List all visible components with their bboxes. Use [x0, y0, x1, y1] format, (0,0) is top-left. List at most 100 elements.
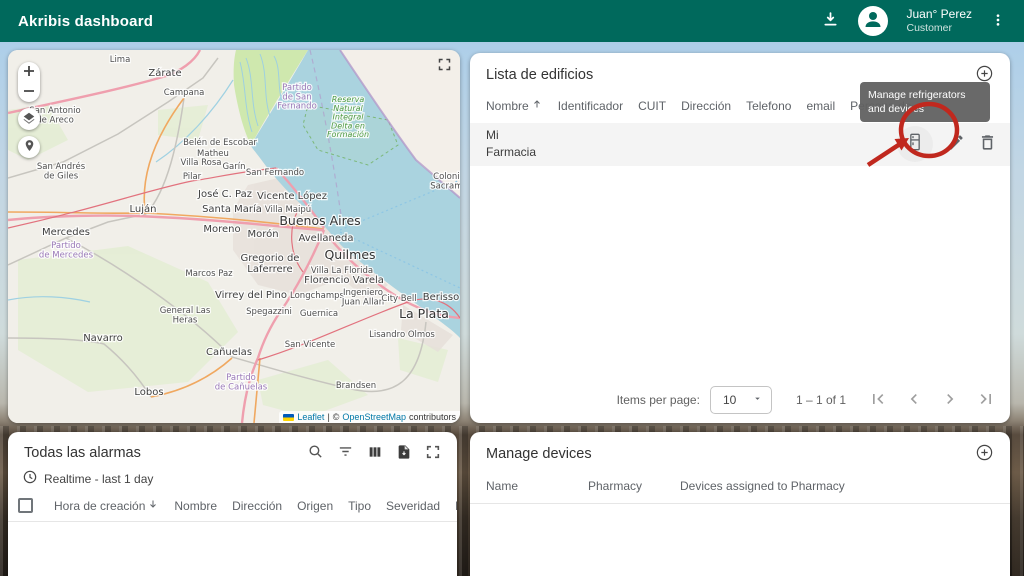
next-page-button[interactable] [940, 389, 960, 412]
filter-button[interactable] [337, 443, 354, 463]
select-all-checkbox[interactable] [18, 498, 33, 513]
alarms-fullscreen-button[interactable] [425, 444, 441, 463]
more-menu-button[interactable] [990, 11, 1006, 32]
column-header-pharmacy[interactable]: Pharmacy [588, 479, 680, 493]
column-label: Identificador [558, 99, 623, 113]
column-header-email[interactable]: email [806, 99, 835, 113]
map-fullscreen-button[interactable] [434, 56, 454, 76]
manage-refrigerators-button[interactable] [897, 126, 933, 162]
plus-icon [23, 65, 35, 80]
map-place-label: La Plata [399, 306, 449, 321]
map-place-label: Garín [222, 162, 245, 172]
column-header-direccion[interactable]: Dirección [681, 99, 731, 113]
column-header-name[interactable]: Name [486, 479, 588, 493]
clock-icon [22, 469, 38, 488]
copyright-symbol: © [333, 412, 340, 422]
user-role: Customer [906, 22, 972, 35]
zoom-out-button[interactable] [18, 82, 40, 102]
column-label: CUIT [638, 99, 666, 113]
edit-building-button[interactable] [946, 133, 965, 155]
first-page-icon [868, 389, 888, 412]
column-header-tipo[interactable]: Tipo [348, 499, 371, 513]
map-place-label: Gregorio deLaferrere [241, 253, 300, 275]
column-header-estado[interactable]: Estado [455, 499, 457, 513]
column-label: Name [486, 479, 518, 493]
last-page-icon [976, 389, 996, 412]
add-device-button[interactable] [975, 443, 994, 465]
attribution-separator: | [327, 412, 329, 422]
prev-page-button[interactable] [904, 389, 924, 412]
contributors-label: contributors [409, 412, 456, 422]
chevron-left-icon [904, 389, 924, 412]
search-icon [307, 443, 324, 463]
map-place-label: Moreno [203, 224, 240, 235]
filter-icon [337, 443, 354, 463]
column-header-identificador[interactable]: Identificador [558, 99, 623, 113]
refrigerator-icon [905, 132, 925, 157]
map-attribution: Leaflet | © OpenStreetMap contributors [279, 411, 460, 423]
column-label: Origen [297, 499, 333, 513]
map-place-label: Morón [247, 228, 278, 240]
location-marker-icon [23, 139, 36, 155]
column-header-severidad[interactable]: Severidad [386, 499, 440, 513]
map-place-label: Belén de Escobar [183, 137, 257, 148]
ukraine-flag-icon [283, 414, 294, 421]
map-zoom-control [18, 62, 40, 102]
map-place-label: Lisandro Olmos [369, 330, 435, 340]
devices-column-headers: Name Pharmacy Devices assigned to Pharma… [470, 471, 1010, 503]
osm-link[interactable]: OpenStreetMap [342, 412, 406, 422]
column-header-nombre-alarm[interactable]: Nombre [174, 499, 217, 513]
map-layers-button[interactable] [18, 108, 40, 130]
map-place-label: Berisso [423, 292, 459, 303]
alarms-toolbar [307, 443, 441, 463]
first-page-button[interactable] [868, 389, 888, 412]
map-place-label: Villa Rosa [181, 158, 222, 168]
column-label: Telefono [746, 99, 791, 113]
leaflet-link[interactable]: Leaflet [297, 412, 324, 422]
column-header-hora[interactable]: Hora de creación [54, 498, 159, 513]
column-label: Pharmacy [588, 479, 642, 493]
table-row[interactable]: Mi Farmacia [470, 123, 1010, 166]
building-name-cell: Mi Farmacia [486, 127, 548, 162]
alarms-time-window[interactable]: Realtime - last 1 day [8, 469, 457, 488]
search-button[interactable] [307, 443, 324, 463]
column-label: Devices assigned to Pharmacy [680, 479, 845, 493]
zoom-in-button[interactable] [18, 62, 40, 82]
map-place-label: San Fernando [246, 168, 304, 178]
export-button[interactable] [396, 444, 412, 463]
delete-building-button[interactable] [978, 133, 997, 155]
map-marker-button[interactable] [18, 136, 40, 158]
items-per-page-value: 10 [723, 393, 736, 407]
map-place-label: Zárate [148, 67, 181, 79]
column-header-nombre[interactable]: Nombre [486, 98, 543, 113]
alarms-column-headers: Hora de creación Nombre Dirección Origen… [8, 488, 457, 521]
column-header-devices-assigned[interactable]: Devices assigned to Pharmacy [680, 479, 845, 493]
alarms-panel: Todas las alarmas Realtime - last 1 day … [8, 432, 457, 576]
last-page-button[interactable] [976, 389, 996, 412]
download-button[interactable] [821, 10, 840, 32]
column-label: Tipo [348, 499, 371, 513]
column-label: Nombre [486, 99, 529, 113]
map-place-label: Florencio Varela [304, 275, 384, 286]
column-header-telefono[interactable]: Telefono [746, 99, 791, 113]
time-window-label: Realtime - last 1 day [44, 472, 153, 486]
avatar[interactable] [858, 6, 888, 36]
columns-button[interactable] [367, 444, 383, 463]
devices-panel: Manage devices Name Pharmacy Devices ass… [470, 432, 1010, 576]
app-bar-actions: Juan° Perez Customer [821, 6, 1006, 36]
chevron-right-icon [940, 389, 960, 412]
column-label: Dirección [232, 499, 282, 513]
minus-icon [23, 85, 35, 100]
map-place-label: Partidode SanFernando [277, 83, 317, 112]
map-canvas[interactable]: LimaZárateCampanaSan Antoniode ArecoSan … [8, 50, 460, 423]
items-per-page-select[interactable]: 10 [710, 386, 772, 414]
tooltip: Manage refrigerators and devices [860, 82, 990, 122]
layers-icon [22, 111, 36, 128]
column-header-cuit[interactable]: CUIT [638, 99, 666, 113]
map-place-label: Buenos Aires [279, 213, 360, 228]
divider [8, 521, 457, 522]
map-place-label: ReservaNaturalIntegralDelta enFormación [327, 95, 369, 139]
map-place-label: Mercedes [42, 227, 90, 238]
column-header-origen[interactable]: Origen [297, 499, 333, 513]
column-header-direccion-alarm[interactable]: Dirección [232, 499, 282, 513]
